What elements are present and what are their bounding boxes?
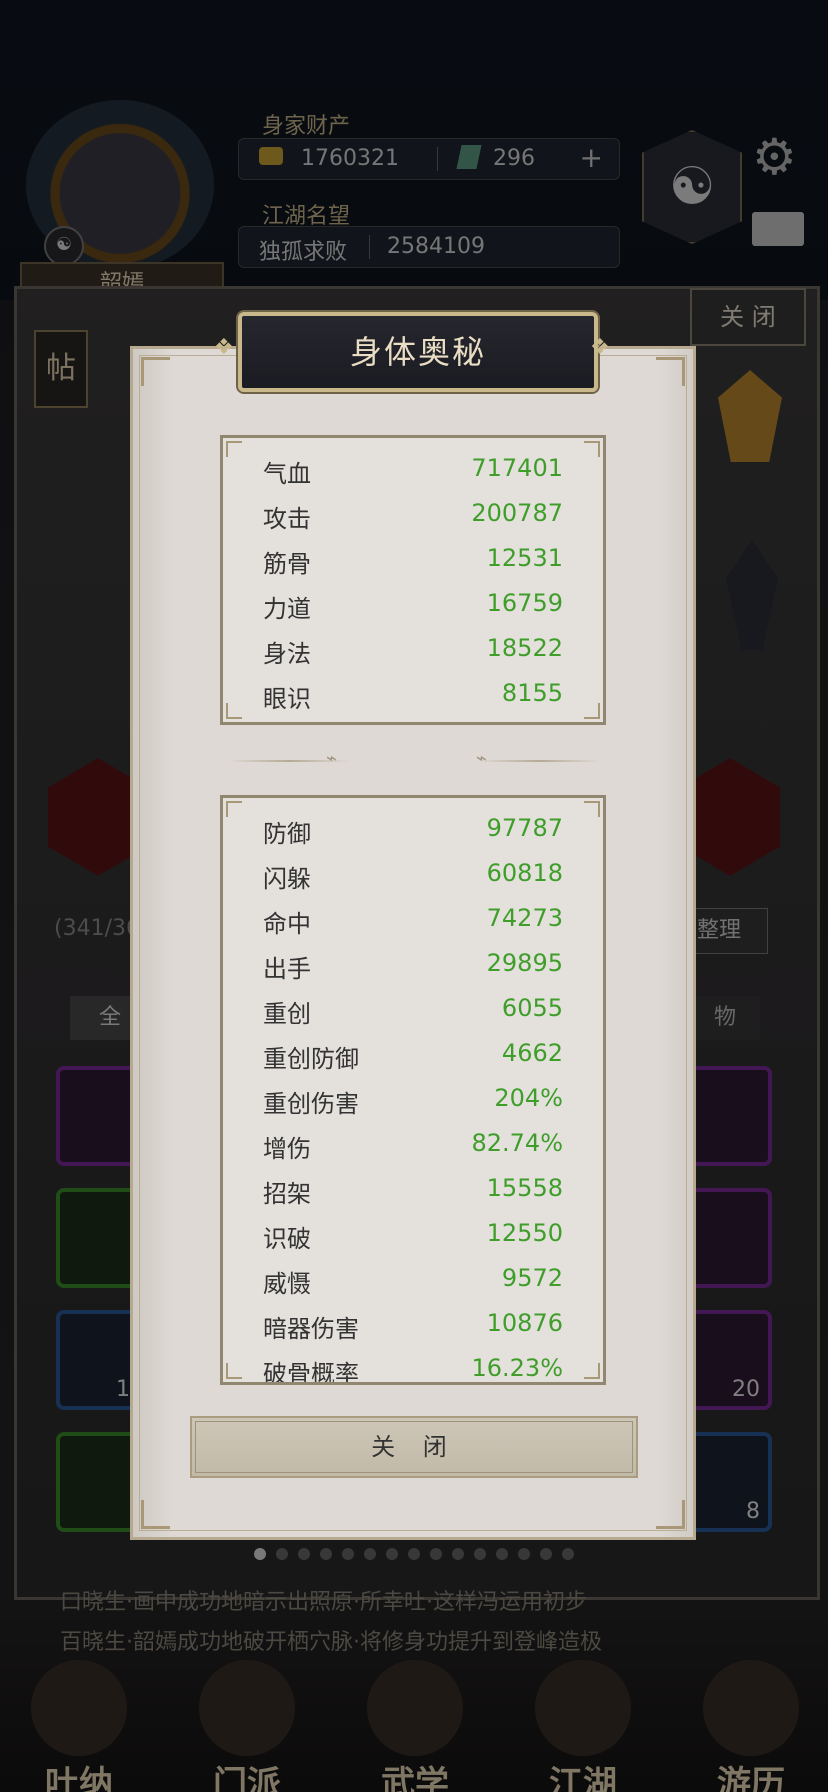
stat-label: 力道 <box>263 595 311 623</box>
stat-row: 防御 97787 <box>263 806 563 851</box>
stat-row: 闪躲 60818 <box>263 851 563 896</box>
stat-label: 防御 <box>263 820 311 848</box>
stat-value: 10876 <box>486 1309 563 1337</box>
stat-label: 暗器伤害 <box>263 1315 359 1343</box>
stat-value: 12531 <box>486 544 563 572</box>
stat-label: 眼识 <box>263 685 311 713</box>
stat-row: 气血 717401 <box>263 446 563 491</box>
stat-row: 重创防御 4662 <box>263 1031 563 1076</box>
stat-value: 204% <box>494 1084 563 1112</box>
stat-row: 重创伤害 204% <box>263 1076 563 1121</box>
stat-row: 增伤 82.74% <box>263 1121 563 1166</box>
stat-value: 9572 <box>501 1264 563 1292</box>
stat-value: 12550 <box>486 1219 563 1247</box>
stat-row: 身法 18522 <box>263 626 563 671</box>
stat-label: 筋骨 <box>263 550 311 578</box>
stat-value: 6055 <box>501 994 563 1022</box>
stat-value: 16759 <box>486 589 563 617</box>
stat-row: 招架 15558 <box>263 1166 563 1211</box>
dialog-title: 身体奥秘 <box>238 312 598 392</box>
stat-label: 招架 <box>263 1180 311 1208</box>
stat-label: 识破 <box>263 1225 311 1253</box>
stat-label: 气血 <box>263 460 311 488</box>
stat-value: 97787 <box>486 814 563 842</box>
stat-row: 暗器伤害 10876 <box>263 1301 563 1346</box>
stat-row: 命中 74273 <box>263 896 563 941</box>
close-button[interactable]: 关 闭 <box>190 1416 638 1478</box>
corner-ornament <box>656 357 685 386</box>
stat-label: 重创防御 <box>263 1045 359 1073</box>
corner-ornament <box>141 1500 170 1529</box>
stat-row: 破骨概率 16.23% <box>263 1346 563 1385</box>
stat-row: 识破 12550 <box>263 1211 563 1256</box>
stat-label: 增伤 <box>263 1135 311 1163</box>
title-wing-right: ❖ <box>590 335 610 360</box>
advanced-stats-box[interactable]: 防御 97787 闪躲 60818 命中 74273 出手 29895 重创 6055 重创防御 46… <box>220 795 606 1385</box>
stat-value: 200787 <box>471 499 563 527</box>
stat-label: 重创伤害 <box>263 1090 359 1118</box>
stat-value: 16.23% <box>471 1354 563 1382</box>
stat-value: 717401 <box>471 454 563 482</box>
stat-label: 身法 <box>263 640 311 668</box>
stat-value: 8155 <box>501 679 563 707</box>
stat-value: 82.74% <box>471 1129 563 1157</box>
divider-right <box>478 760 600 762</box>
stat-value: 74273 <box>486 904 563 932</box>
stat-label: 命中 <box>263 910 311 938</box>
stat-value: 29895 <box>486 949 563 977</box>
divider-ornament: ⌁ <box>476 748 487 769</box>
stat-label: 威慑 <box>263 1270 311 1298</box>
stat-label: 闪躲 <box>263 865 311 893</box>
stat-label: 出手 <box>263 955 311 983</box>
stat-row: 力道 16759 <box>263 581 563 626</box>
stat-row: 出手 29895 <box>263 941 563 986</box>
stat-row: 重创 6055 <box>263 986 563 1031</box>
corner-ornament <box>656 1500 685 1529</box>
stat-row: 眼识 8155 <box>263 671 563 716</box>
divider-ornament: ⌁ <box>326 748 337 769</box>
stat-label: 攻击 <box>263 505 311 533</box>
stat-value: 4662 <box>501 1039 563 1067</box>
stat-value: 60818 <box>486 859 563 887</box>
basic-stats-box: 气血 717401 攻击 200787 筋骨 12531 力道 16759 身法 18522 眼识 8… <box>220 435 606 725</box>
stat-value: 18522 <box>486 634 563 662</box>
stat-row: 攻击 200787 <box>263 491 563 536</box>
stat-row: 筋骨 12531 <box>263 536 563 581</box>
stat-row: 威慑 9572 <box>263 1256 563 1301</box>
stat-label: 破骨概率 <box>263 1360 359 1385</box>
stat-label: 重创 <box>263 1000 311 1028</box>
stat-value: 15558 <box>486 1174 563 1202</box>
corner-ornament <box>141 357 170 386</box>
